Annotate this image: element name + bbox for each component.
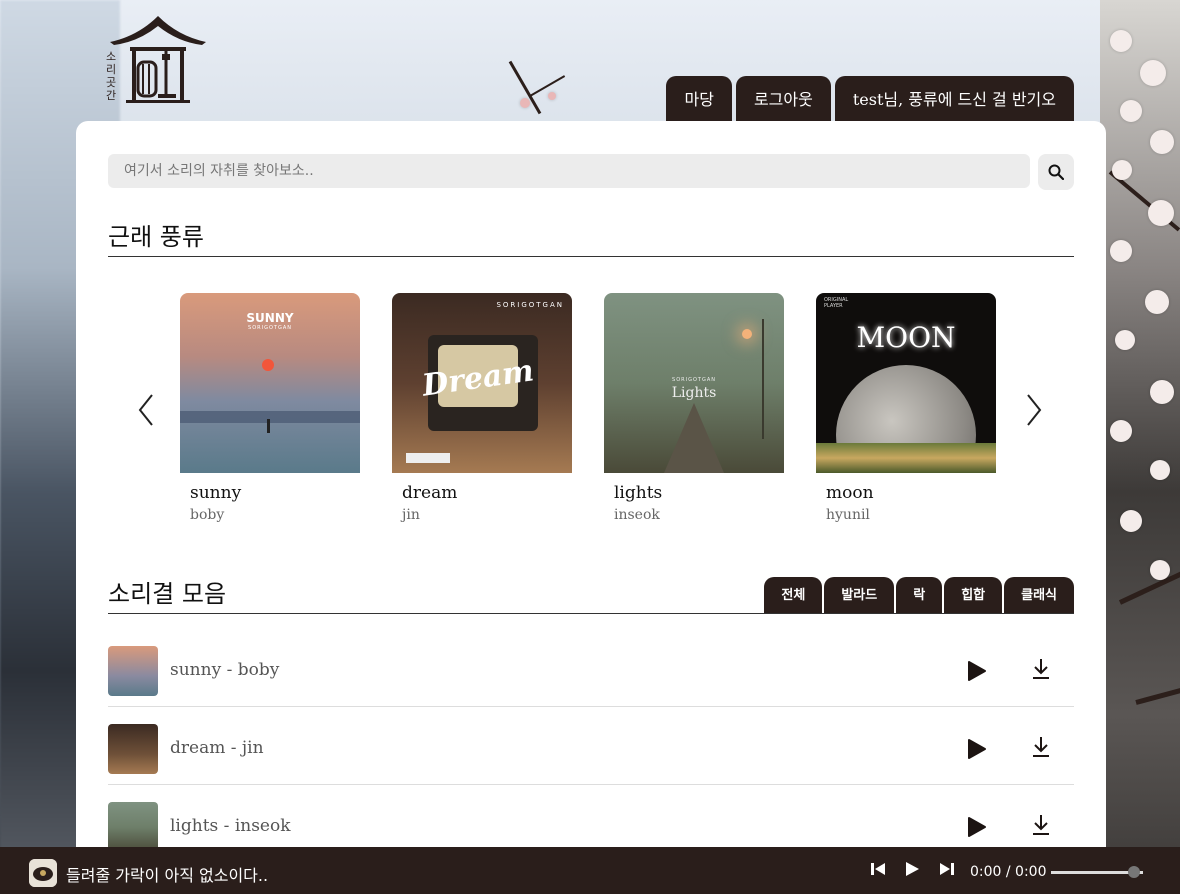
table-row: dream - jin — [108, 707, 1074, 785]
section-title-recent: 근래 풍류 — [108, 223, 204, 251]
album-title: sunny — [190, 483, 242, 503]
play-button[interactable] — [964, 659, 988, 683]
section-divider — [108, 613, 1074, 614]
album-artist: hyunil — [826, 507, 870, 523]
genre-tab-hiphop[interactable]: 힙합 — [944, 577, 1003, 614]
album-cover-label: ORIGINAL PLAYER — [824, 297, 849, 309]
download-button[interactable] — [1030, 657, 1052, 681]
track-thumbnail — [108, 724, 158, 774]
album-cover: ORIGINAL PLAYER MOON — [816, 293, 996, 473]
album-artist: inseok — [614, 507, 660, 523]
album-title: dream — [402, 483, 458, 503]
volume-knob[interactable] — [1127, 866, 1140, 878]
genre-tab-classic[interactable]: 클래식 — [1004, 577, 1074, 614]
album-cover-label: SORIGOTGAN — [248, 325, 292, 331]
genre-tab-ballad[interactable]: 발라드 — [824, 577, 895, 614]
album-card-lights[interactable]: SORIGOTGAN Lights lights inseok — [604, 293, 784, 523]
nav-tab-logout[interactable]: 로그아웃 — [735, 76, 831, 122]
skip-forward-button[interactable] — [939, 861, 955, 881]
vinyl-icon — [29, 859, 57, 887]
download-button[interactable] — [1030, 813, 1052, 837]
play-button[interactable] — [964, 815, 988, 839]
genre-tab-all[interactable]: 전체 — [764, 577, 823, 614]
album-cover-label: SORIGOTGAN — [672, 377, 716, 383]
skip-back-button[interactable] — [870, 861, 886, 881]
album-title: moon — [826, 483, 874, 503]
album-card-dream[interactable]: Dream SORIGOTGAN dream jin — [392, 293, 572, 523]
album-cover: SUNNY SORIGOTGAN — [180, 293, 360, 473]
section-title-collection: 소리결 모음 — [108, 580, 227, 608]
player-status: 들려줄 가락이 아직 없소이다.. — [66, 866, 269, 885]
album-cover-title: MOON — [856, 321, 956, 354]
play-icon — [968, 739, 986, 759]
album-cover: Dream SORIGOTGAN — [392, 293, 572, 473]
play-icon — [906, 862, 919, 876]
player-thumbnail — [29, 859, 57, 887]
section-divider — [108, 256, 1074, 257]
play-icon — [968, 661, 986, 681]
track-thumbnail — [108, 802, 158, 852]
nav-tab-home[interactable]: 마당 — [666, 76, 732, 122]
main-card: 근래 풍류 SUNNY SORIGOTGAN sunny boby — [76, 121, 1106, 861]
skip-forward-icon — [940, 863, 954, 875]
album-carousel: SUNNY SORIGOTGAN sunny boby Dream SORIGO… — [180, 293, 996, 523]
album-artist: jin — [402, 507, 420, 523]
download-button[interactable] — [1030, 735, 1052, 759]
search-icon — [1048, 164, 1064, 180]
carousel-next-button[interactable] — [1026, 393, 1042, 436]
chevron-right-icon — [1027, 394, 1042, 426]
play-icon — [968, 817, 986, 837]
volume-slider[interactable] — [1051, 866, 1143, 878]
search-input[interactable] — [108, 154, 1030, 188]
search-button[interactable] — [1038, 154, 1074, 190]
album-cover-title: SUNNY — [246, 311, 294, 325]
track-list: sunny - boby dream - jin lights - inseok — [108, 629, 1074, 862]
player-time: 0:00 / 0:00 — [970, 864, 1047, 880]
genre-tab-rock[interactable]: 락 — [896, 577, 943, 614]
album-card-moon[interactable]: ORIGINAL PLAYER MOON moon hyunil — [816, 293, 996, 523]
chevron-left-icon — [138, 394, 153, 426]
logo[interactable]: 소리곳간 — [106, 14, 208, 106]
track-label: sunny - boby — [170, 660, 280, 680]
album-cover-label: SORIGOTGAN — [496, 301, 564, 309]
logo-house-icon — [110, 16, 206, 103]
download-icon — [1033, 659, 1049, 679]
play-button[interactable] — [964, 737, 988, 761]
track-label: lights - inseok — [170, 816, 291, 836]
album-title: lights — [614, 483, 663, 503]
download-icon — [1033, 737, 1049, 757]
album-cover: SORIGOTGAN Lights — [604, 293, 784, 473]
search-bar — [108, 154, 1074, 190]
download-icon — [1033, 815, 1049, 835]
album-card-sunny[interactable]: SUNNY SORIGOTGAN sunny boby — [180, 293, 360, 523]
album-cover-title: Lights — [671, 385, 717, 401]
top-nav: 마당 로그아웃 test님, 풍류에 드신 걸 반기오 — [666, 76, 1074, 122]
skip-back-icon — [871, 863, 885, 875]
player-bar: 들려줄 가락이 아직 없소이다.. 0:00 / 0:00 — [0, 847, 1180, 894]
player-play-button[interactable] — [904, 861, 920, 881]
genre-tabs: 전체 발라드 락 힙합 클래식 — [764, 577, 1074, 614]
track-thumbnail — [108, 646, 158, 696]
nav-tab-greeting[interactable]: test님, 풍류에 드신 걸 반기오 — [834, 76, 1074, 122]
logo-text: 소리곳간 — [106, 50, 117, 102]
track-label: dream - jin — [170, 738, 264, 758]
table-row: sunny - boby — [108, 629, 1074, 707]
album-artist: boby — [190, 507, 225, 523]
carousel-prev-button[interactable] — [138, 393, 154, 436]
